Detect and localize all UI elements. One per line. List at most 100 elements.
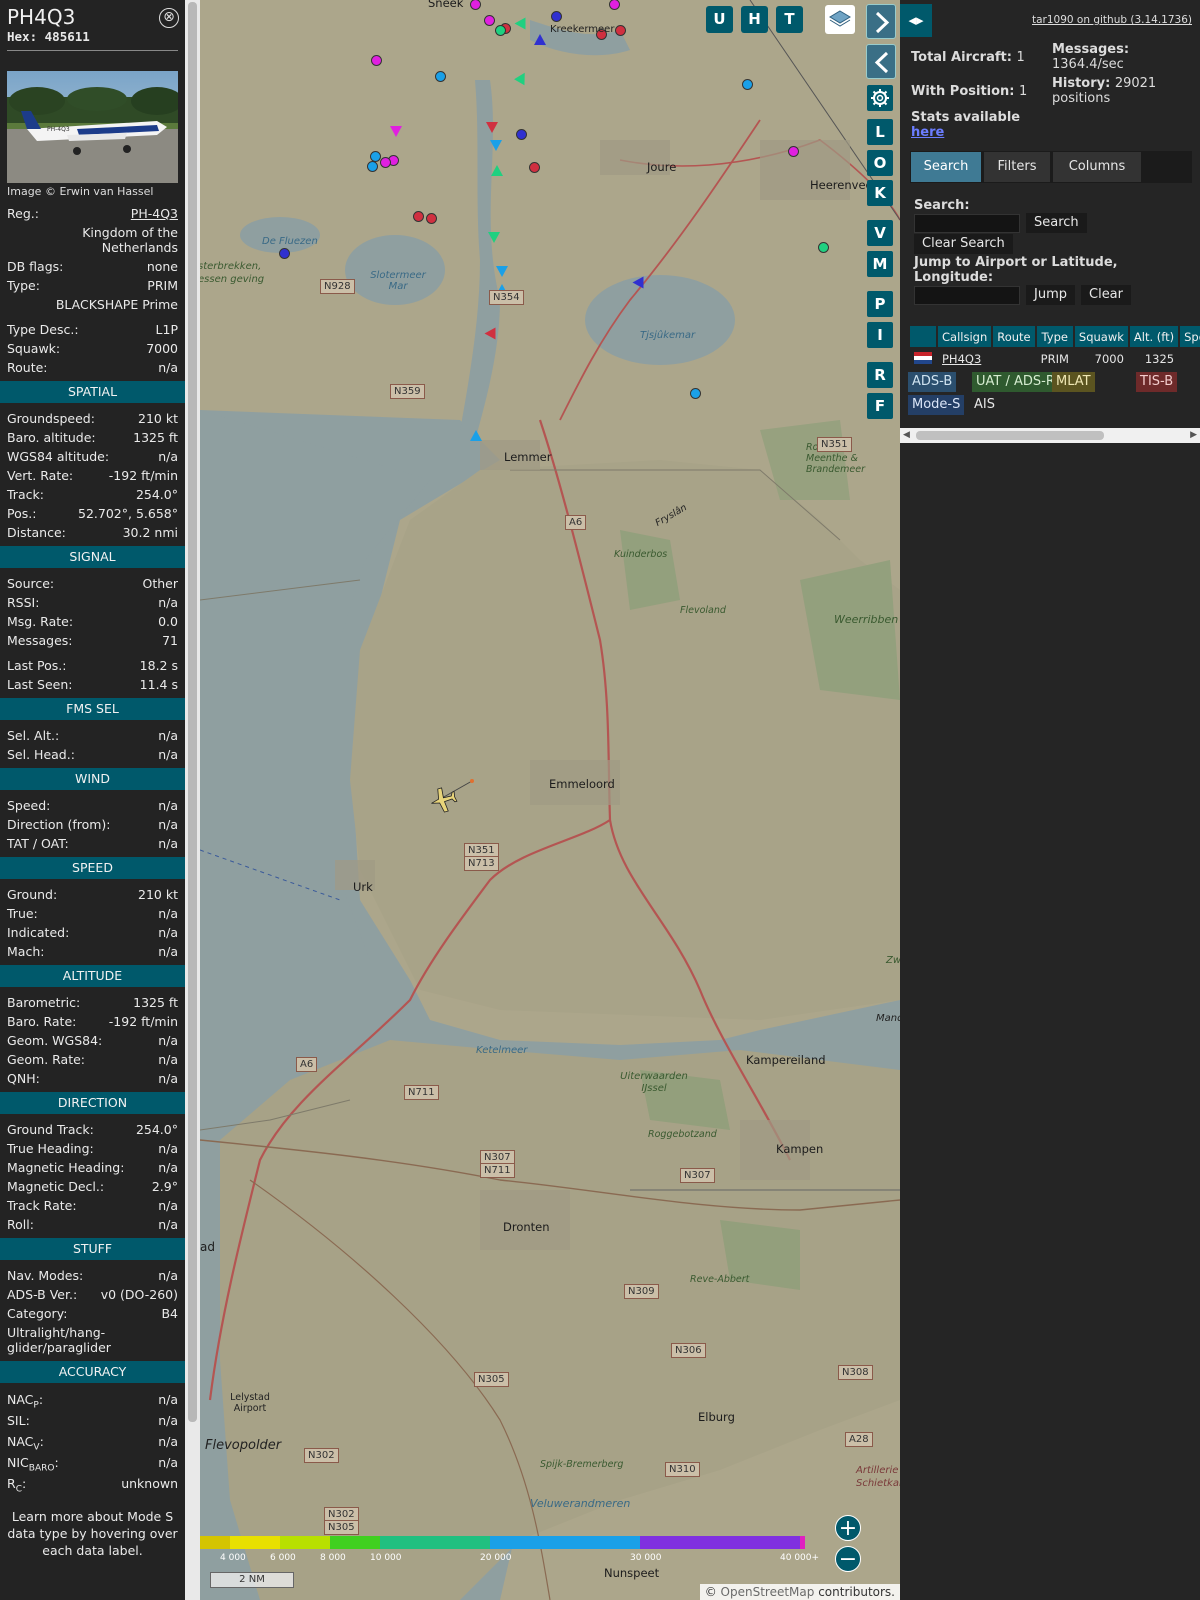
info-label[interactable]: True Heading: <box>7 1139 94 1158</box>
info-label[interactable]: SIL: <box>7 1410 30 1431</box>
map-toggle-o-button[interactable]: O <box>867 150 893 176</box>
aircraft-marker[interactable] <box>390 126 402 137</box>
tab-filters[interactable]: Filters <box>984 152 1050 182</box>
aircraft-photo[interactable]: PH-4Q3 <box>7 71 178 183</box>
info-label[interactable]: Groundspeed: <box>7 409 95 428</box>
aircraft-marker[interactable] <box>615 25 626 36</box>
map-toggle-i-button[interactable]: I <box>867 322 893 348</box>
aircraft-marker[interactable] <box>551 11 562 22</box>
info-label[interactable]: Messages: <box>7 631 73 650</box>
info-label[interactable]: Ground Track: <box>7 1120 94 1139</box>
table-horizontal-scrollbar[interactable]: ◀ ▶ <box>900 428 1200 443</box>
aircraft-marker[interactable] <box>371 55 382 66</box>
info-label[interactable]: Distance: <box>7 523 66 542</box>
column-header-speed[interactable]: Spd. <box>1180 326 1200 347</box>
jump-button[interactable]: Jump <box>1026 285 1075 305</box>
aircraft-marker[interactable] <box>486 122 498 133</box>
column-header-callsign[interactable]: Callsign <box>938 326 992 347</box>
aircraft-marker[interactable] <box>534 34 546 45</box>
zoom-in-button[interactable]: + <box>835 1515 861 1541</box>
map-toggle-t-button[interactable]: T <box>776 6 803 33</box>
info-label[interactable]: QNH: <box>7 1069 40 1088</box>
expand-right-button[interactable] <box>866 4 896 39</box>
info-label[interactable]: ADS-B Ver.: <box>7 1285 77 1304</box>
aircraft-marker[interactable] <box>496 266 508 277</box>
info-label[interactable]: Geom. WGS84: <box>7 1031 102 1050</box>
info-label[interactable]: Baro. Rate: <box>7 1012 76 1031</box>
info-label[interactable]: Indicated: <box>7 923 69 942</box>
info-label[interactable]: Track Rate: <box>7 1196 77 1215</box>
info-label[interactable]: Geom. Rate: <box>7 1050 85 1069</box>
legend-chip[interactable]: UAT / ADS-R <box>972 372 1059 392</box>
settings-button[interactable] <box>867 85 893 111</box>
scrollbar-thumb[interactable] <box>188 2 197 1422</box>
zoom-out-button[interactable]: − <box>835 1546 861 1572</box>
scrollbar-thumb[interactable] <box>916 431 1104 440</box>
tab-search[interactable]: Search <box>911 152 981 182</box>
table-row[interactable]: PH4Q3 PRIM 7000 1325 <box>910 349 1200 369</box>
info-label[interactable]: Pos.: <box>7 504 36 523</box>
info-label[interactable]: Source: <box>7 574 54 593</box>
legend-chip[interactable]: AIS <box>970 395 999 415</box>
info-label[interactable]: Msg. Rate: <box>7 612 73 631</box>
close-icon[interactable]: ⊗ <box>159 8 179 28</box>
layers-button[interactable] <box>825 5 855 34</box>
aircraft-marker[interactable] <box>470 430 482 441</box>
map-toggle-m-button[interactable]: M <box>867 251 893 277</box>
infoblock-scrollbar[interactable] <box>185 0 200 1600</box>
aircraft-marker[interactable] <box>435 71 446 82</box>
tab-columns[interactable]: Columns <box>1053 152 1141 182</box>
map-toggle-f-button[interactable]: F <box>867 393 893 419</box>
aircraft-marker[interactable] <box>484 327 496 340</box>
info-label[interactable]: True: <box>7 904 38 923</box>
info-label[interactable]: Speed: <box>7 796 50 815</box>
info-label[interactable]: Ground: <box>7 885 57 904</box>
legend-chip[interactable]: ADS-B <box>908 372 957 392</box>
info-label[interactable]: TAT / OAT: <box>7 834 69 853</box>
github-link[interactable]: tar1090 on github (3.14.1736) <box>1032 14 1192 26</box>
info-label[interactable]: Track: <box>7 485 44 504</box>
jump-input[interactable] <box>914 286 1020 305</box>
map-toggle-h-button[interactable]: H <box>741 6 768 33</box>
row-callsign[interactable]: PH4Q3 <box>938 349 991 369</box>
toggle-sidebar-button[interactable]: ◂▸ <box>900 4 932 37</box>
collapse-left-button[interactable] <box>866 44 896 79</box>
info-label[interactable]: Sel. Head.: <box>7 745 75 764</box>
aircraft-marker[interactable] <box>426 213 437 224</box>
column-header-route[interactable]: Route <box>993 326 1035 347</box>
info-label[interactable]: Roll: <box>7 1215 34 1234</box>
aircraft-marker[interactable] <box>529 162 540 173</box>
aircraft-marker[interactable] <box>632 276 644 289</box>
aircraft-marker[interactable] <box>514 17 526 30</box>
map-toggle-p-button[interactable]: P <box>867 291 893 317</box>
info-label[interactable]: Mach: <box>7 942 44 961</box>
legend-chip[interactable]: Mode-S <box>908 395 965 415</box>
search-input[interactable] <box>914 214 1020 233</box>
map-toggle-u-button[interactable]: U <box>706 6 733 33</box>
aircraft-marker[interactable] <box>516 129 527 140</box>
search-button[interactable]: Search <box>1026 213 1087 233</box>
info-label[interactable]: NACV: <box>7 1431 44 1453</box>
info-label[interactable]: Direction (from): <box>7 815 111 834</box>
aircraft-marker[interactable] <box>367 161 378 172</box>
column-header-flag[interactable] <box>910 326 936 347</box>
info-label[interactable]: WGS84 altitude: <box>7 447 109 466</box>
aircraft-marker[interactable] <box>484 15 495 26</box>
info-label[interactable]: Sel. Alt.: <box>7 726 59 745</box>
scroll-right-icon[interactable]: ▶ <box>1190 430 1197 440</box>
scroll-left-icon[interactable]: ◀ <box>903 430 910 440</box>
map-toggle-l-button[interactable]: L <box>867 119 893 145</box>
info-label[interactable]: RC: <box>7 1473 26 1495</box>
aircraft-marker[interactable] <box>279 248 290 259</box>
info-label[interactable]: Category: <box>7 1304 67 1323</box>
column-header-squawk[interactable]: Squawk <box>1074 326 1128 347</box>
column-header-altitude[interactable]: Alt. (ft) <box>1129 326 1179 347</box>
stats-link[interactable]: here <box>911 125 944 140</box>
info-label[interactable]: NACP: <box>7 1389 43 1411</box>
map-toggle-r-button[interactable]: R <box>867 362 893 388</box>
aircraft-marker[interactable] <box>690 388 701 399</box>
aircraft-marker[interactable] <box>788 146 799 157</box>
openstreetmap-link[interactable]: OpenStreetMap <box>721 1585 815 1599</box>
aircraft-marker[interactable] <box>413 211 424 222</box>
registration-link[interactable]: PH-4Q3 <box>131 204 178 223</box>
